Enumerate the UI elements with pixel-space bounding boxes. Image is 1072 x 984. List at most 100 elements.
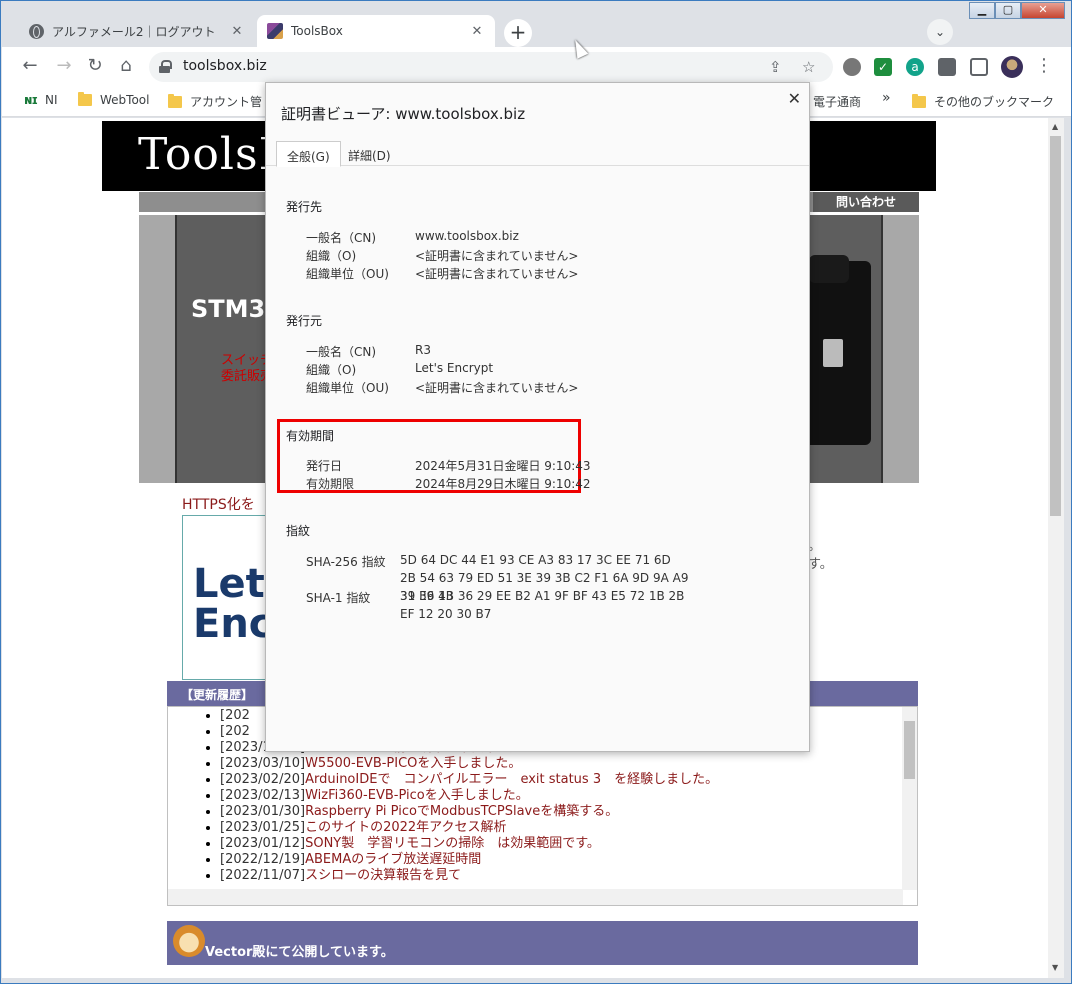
history-link[interactable]: SONY製 学習リモコンの掃除 は効果範囲です。 [305,836,600,851]
history-date: [2022/12/19] [220,852,306,867]
field-label: 有効期限 [306,477,355,491]
history-date: [2023/01/30] [220,804,306,819]
field-label: SHA-256 指紋 [306,555,386,569]
bookmarks-overflow-button[interactable]: » [882,90,891,106]
new-tab-button[interactable]: + [504,19,532,47]
field-label: 組織単位（OU) [306,381,389,395]
extension-a-icon[interactable]: a [906,58,924,76]
bookmark-ni[interactable]: ɴɪ NI [24,93,58,107]
scroll-up-arrow-icon[interactable]: ▲ [1052,122,1058,131]
history-date: [2023/03/10] [220,756,306,771]
folder-icon [912,93,926,108]
scroll-thumb[interactable] [904,721,915,779]
history-date: [202 [220,708,250,723]
bookmark-label: その他のブックマーク [934,95,1055,109]
history-item[interactable]: [2023/01/25]このサイトの2022年アクセス解析 [220,820,718,836]
forward-button[interactable]: → [52,55,76,79]
vector-mascot-icon [173,925,205,957]
bookmark-account[interactable]: アカウント管 [168,93,262,110]
history-item[interactable]: [2023/02/20]ArduinoIDEで コンパイルエラー exit st… [220,772,718,788]
article-text-fragment: 。 す。 [808,538,833,574]
history-item[interactable]: [2023/01/30]Raspberry Pi PicoでModbusTCPS… [220,804,718,820]
history-link[interactable]: Raspberry Pi PicoでModbusTCPSlaveを構築する。 [305,804,618,819]
history-date: [2023/02/20] [220,772,306,787]
banner-title: STM3 [191,295,266,323]
chrome-menu-button[interactable]: ⋮ [1032,55,1056,79]
address-bar[interactable]: toolsbox.biz ⇪ ☆ [149,52,833,82]
bookmark-label: アカウント管 [190,95,263,109]
scroll-down-arrow-icon[interactable]: ▼ [1052,963,1058,972]
tab-alphamail[interactable]: アルファメール2｜ログアウト ✕ [19,15,255,47]
field-value: <証明書に含まれていません> [415,381,579,395]
bookmark-star-icon[interactable]: ☆ [802,58,815,76]
browser-toolbar: ← → ↻ ⌂ toolsbox.biz ⇪ ☆ ✓ a ⋮ [2,47,1071,87]
lock-icon[interactable] [159,60,172,73]
history-hscroll[interactable] [168,889,903,905]
share-icon[interactable]: ⇪ [769,58,782,76]
field-value: 2024年5月31日金曜日 9:10:43 [415,459,591,473]
history-link[interactable]: ABEMAのライブ放送遅延時間 [305,852,481,867]
history-link[interactable]: ArduinoIDEで コンパイルエラー exit status 3 を経験しま… [305,772,718,787]
url-text[interactable]: toolsbox.biz [183,58,267,74]
history-link[interactable]: スシローの決算報告を見て [305,868,461,883]
tab-title: アルファメール2｜ログアウト [52,24,216,39]
history-item[interactable]: [2023/03/10]W5500-EVB-PICOを入手しました。 [220,756,718,772]
bookmark-other[interactable]: その他のブックマーク [912,93,1054,110]
tab-close-button[interactable]: ✕ [469,24,485,39]
board-tab [809,255,849,283]
https-article-link[interactable]: HTTPS化を [182,494,255,514]
tab-search-button[interactable]: ⌄ [927,19,953,45]
extension-check-icon[interactable]: ✓ [874,58,892,76]
side-panel-icon[interactable] [970,58,988,76]
fingerprint-value: 39 36 4B 36 29 EE B2 A1 9F BF 43 E5 72 1… [400,589,685,621]
field-value: <証明書に含まれていません> [415,249,579,263]
extension-shield-icon[interactable] [843,58,861,76]
reload-button[interactable]: ↻ [83,55,107,79]
history-date: [2022/11/07] [220,868,306,883]
bookmark-label: NI [45,93,58,107]
history-item[interactable]: [2023/02/13]WizFi360-EVB-Picoを入手しました。 [220,788,718,804]
history-item[interactable]: [2022/11/07]スシローの決算報告を見て [220,868,718,884]
history-item[interactable]: [2023/01/12]SONY製 学習リモコンの掃除 は効果範囲です。 [220,836,718,852]
field-value: www.toolsbox.biz [415,229,519,243]
text-line: す。 [808,557,833,572]
history-date: [2023/02/13] [220,788,306,803]
history-link[interactable]: WizFi360-EVB-Picoを入手しました。 [305,788,529,803]
toolsbox-favicon-icon [267,23,283,39]
vector-banner: Vector殿にて公開しています。 [167,921,918,965]
cert-tabs: 全般(G) 詳細(D) [266,138,809,167]
field-value: 2024年8月29日木曜日 9:10:42 [415,477,591,491]
vector-text[interactable]: Vector殿にて公開しています。 [205,941,394,960]
history-link[interactable]: このサイトの2022年アクセス解析 [305,820,506,835]
text-line: 。 [808,539,822,554]
field-label: 組織（O) [306,249,357,263]
tab-strip: アルファメール2｜ログアウト ✕ ToolsBox ✕ + ⌄ [1,13,1071,47]
back-button[interactable]: ← [18,55,42,79]
page-scroll-thumb[interactable] [1050,136,1061,516]
bookmark-webtool[interactable]: WebTool [78,92,149,107]
tab-title: ToolsBox [291,24,343,38]
extensions-puzzle-icon[interactable] [938,58,956,76]
folder-icon [78,92,92,106]
tab-toolsbox[interactable]: ToolsBox ✕ [257,15,495,47]
globe-icon [29,23,44,39]
tab-general[interactable]: 全般(G) [276,141,341,167]
history-item[interactable]: [2022/12/19]ABEMAのライブ放送遅延時間 [220,852,718,868]
home-button[interactable]: ⌂ [114,55,138,79]
issued-to-heading: 発行先 [286,200,323,214]
cert-title: 証明書ビューア: www.toolsbox.biz [281,105,526,123]
tab-details[interactable]: 詳細(D) [338,141,401,167]
field-value: Let's Encrypt [415,361,494,375]
history-date: [202 [220,724,250,739]
profile-avatar[interactable] [1001,56,1023,78]
page-scrollbar[interactable]: ▲ ▼ [1048,118,1064,978]
history-date: [2023/01/25] [220,820,306,835]
cert-close-button[interactable]: ✕ [788,89,801,108]
issued-by-heading: 発行元 [286,314,323,328]
nav-contact-link[interactable]: 問い合わせ [813,192,919,212]
tab-close-button[interactable]: ✕ [229,24,245,39]
history-link[interactable]: W5500-EVB-PICOを入手しました。 [305,756,521,771]
history-vscroll[interactable] [902,707,917,890]
bookmark-partial[interactable]: 電子通商 [813,93,861,110]
board-image [801,255,871,445]
